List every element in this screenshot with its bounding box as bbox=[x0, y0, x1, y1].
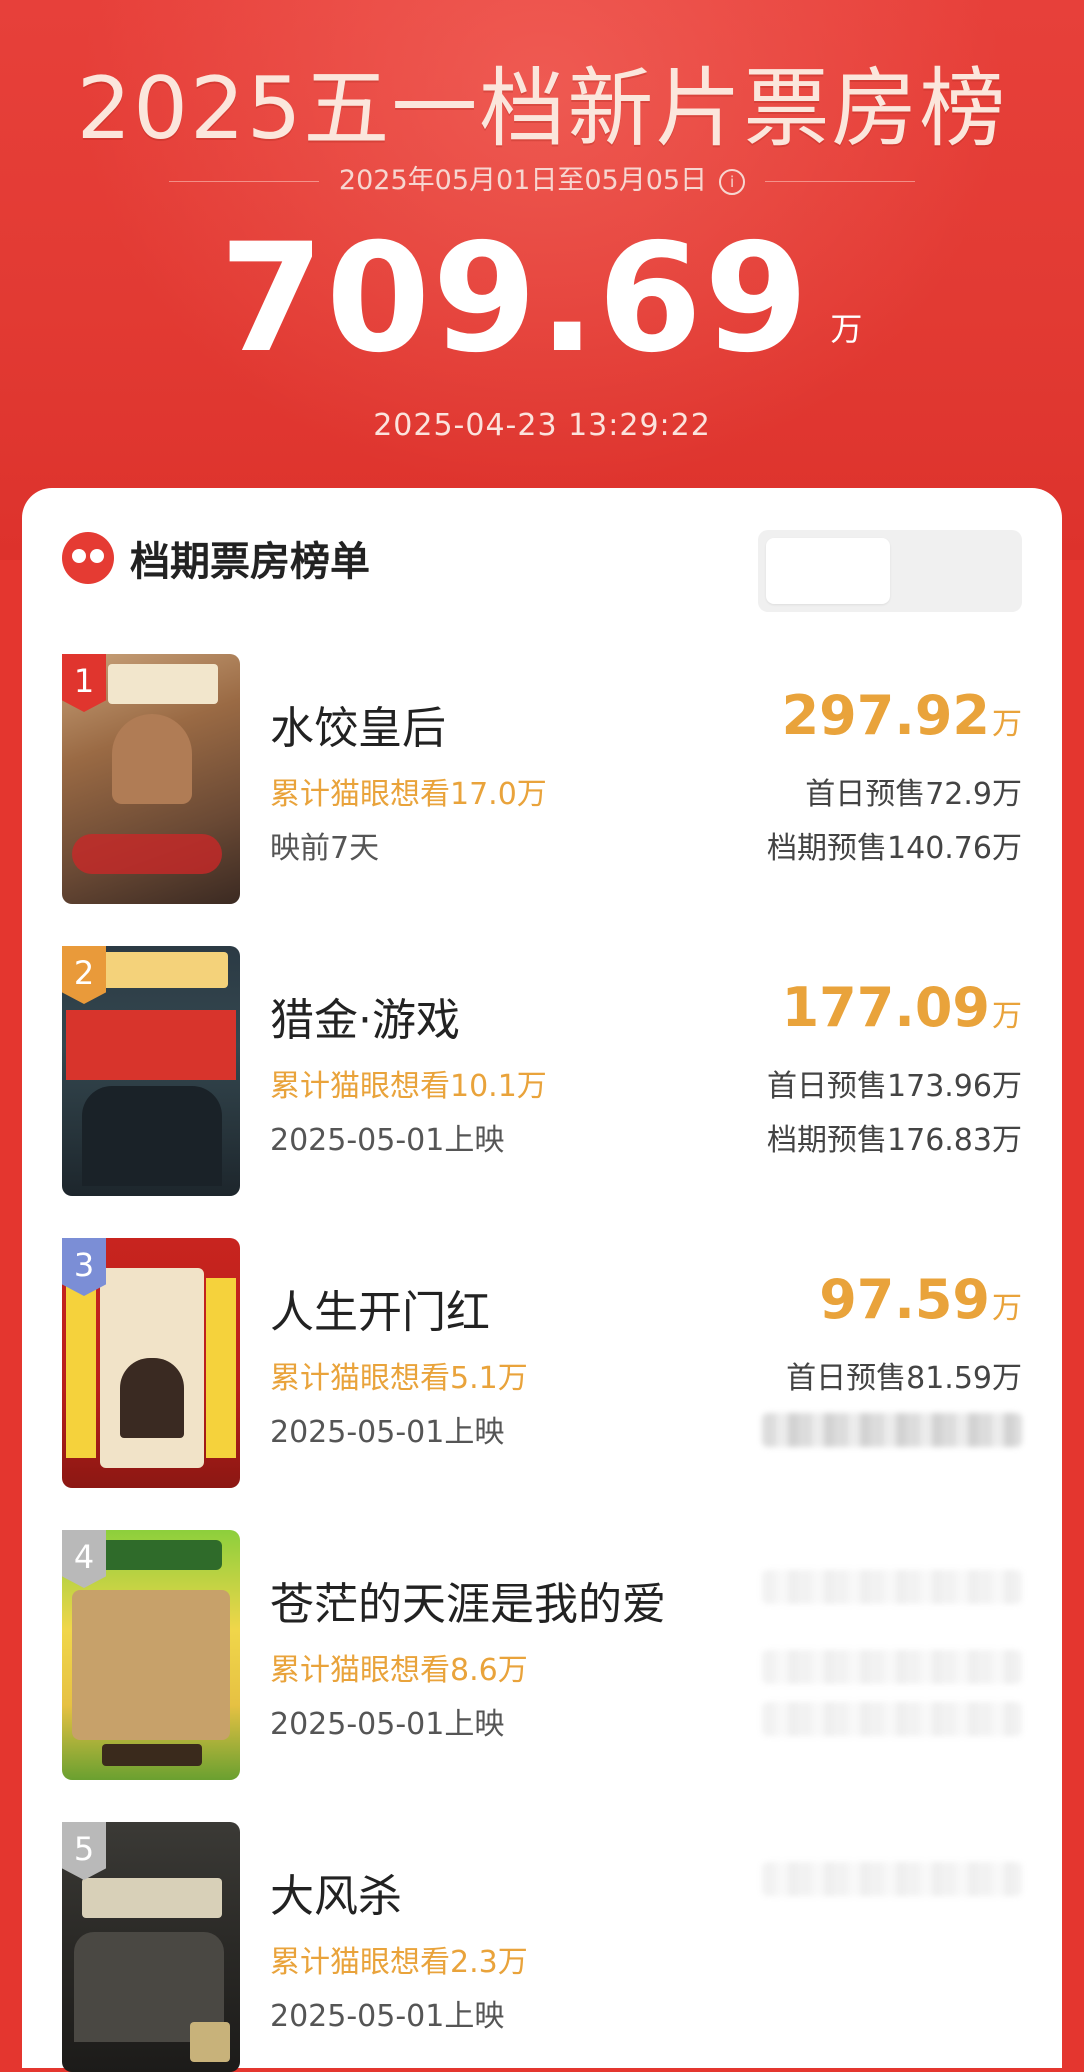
blurred-period-presale bbox=[762, 1413, 1022, 1447]
ranking-card: 档期票房榜单 1 水饺皇后 累计猫眼想看17.0万 映前7天 297.92万 首… bbox=[22, 488, 1062, 2072]
movie-row-1[interactable]: 1 水饺皇后 累计猫眼想看17.0万 映前7天 297.92万 首日预售72.9… bbox=[62, 654, 1022, 904]
want-count: 累计猫眼想看2.3万 bbox=[270, 1945, 528, 1980]
gross-unit: 万 bbox=[992, 707, 1022, 742]
poster-side-text-left bbox=[66, 1278, 96, 1458]
first-day-presale: 首日预售81.59万 bbox=[786, 1361, 1022, 1396]
poster-figure bbox=[112, 714, 192, 804]
divider-right bbox=[765, 181, 916, 182]
movie-title: 大风杀 bbox=[270, 1871, 402, 1922]
poster-title-art bbox=[98, 952, 228, 988]
card-title: 档期票房榜单 bbox=[130, 539, 370, 585]
first-day-presale: 首日预售72.9万 bbox=[805, 777, 1022, 812]
release-info: 2025-05-01上映 bbox=[270, 1415, 505, 1450]
gross-unit: 万 bbox=[992, 999, 1022, 1034]
movie-title: 苍茫的天涯是我的爱 bbox=[270, 1579, 666, 1630]
blurred-first-day-presale bbox=[762, 1650, 1022, 1684]
card-header: 档期票房榜单 bbox=[62, 528, 370, 588]
poster-group bbox=[72, 1590, 230, 1740]
gross-value: 177.09万 bbox=[782, 976, 1022, 1039]
poster-figures bbox=[82, 1086, 222, 1186]
rank-badge: 3 bbox=[62, 1238, 106, 1296]
blurred-gross bbox=[762, 1862, 1022, 1896]
gross-value: 297.92万 bbox=[782, 684, 1022, 747]
poster-figure bbox=[120, 1358, 184, 1438]
want-count: 累计猫眼想看5.1万 bbox=[270, 1361, 528, 1396]
blurred-gross bbox=[762, 1570, 1022, 1604]
date-range-text: 2025年05月01日至05月05日 bbox=[338, 165, 708, 196]
toggle-option-1[interactable] bbox=[766, 538, 890, 604]
period-presale: 档期预售140.76万 bbox=[767, 831, 1022, 866]
movie-title: 人生开门红 bbox=[270, 1287, 490, 1338]
poster-title-art bbox=[72, 834, 222, 874]
rank-badge: 1 bbox=[62, 654, 106, 712]
poster-date-tag bbox=[102, 1744, 202, 1766]
movie-title: 水饺皇后 bbox=[270, 703, 446, 754]
total-box-office: 709.69 万 bbox=[0, 212, 1084, 386]
movie-row-4[interactable]: 4 苍茫的天涯是我的爱 累计猫眼想看8.6万 2025-05-01上映 bbox=[62, 1530, 1022, 1780]
want-count: 累计猫眼想看10.1万 bbox=[270, 1069, 547, 1104]
gross-number: 177.09 bbox=[781, 976, 990, 1039]
movie-row-2[interactable]: 2 猎金·游戏 累计猫眼想看10.1万 2025-05-01上映 177.09万… bbox=[62, 946, 1022, 1196]
release-info: 2025-05-01上映 bbox=[270, 1123, 505, 1158]
gross-value: 97.59万 bbox=[819, 1268, 1022, 1331]
header-banner: 2025五一档新片票房榜 2025年05月01日至05月05日 i 709.69 万… bbox=[0, 0, 1084, 560]
total-value: 709.69 bbox=[219, 212, 811, 386]
date-range-row: 2025年05月01日至05月05日 i bbox=[0, 158, 1084, 197]
rank-badge: 2 bbox=[62, 946, 106, 1004]
update-timestamp: 2025-04-23 13:29:22 bbox=[373, 408, 711, 443]
total-unit: 万 bbox=[830, 310, 865, 348]
poster-slogan bbox=[66, 1010, 236, 1080]
release-info: 2025-05-01上映 bbox=[270, 1999, 505, 2034]
gross-number: 297.92 bbox=[781, 684, 990, 747]
want-count: 累计猫眼想看17.0万 bbox=[270, 777, 547, 812]
poster-date-tag bbox=[108, 664, 218, 704]
release-info: 2025-05-01上映 bbox=[270, 1707, 505, 1742]
blurred-period-presale bbox=[762, 1702, 1022, 1736]
toggle-option-2[interactable] bbox=[890, 538, 1014, 604]
page-title: 2025五一档新片票房榜 bbox=[76, 59, 1008, 159]
release-info: 映前7天 bbox=[270, 831, 380, 866]
maoyan-logo-icon bbox=[62, 532, 114, 584]
gross-number: 97.59 bbox=[819, 1268, 990, 1331]
rank-badge: 5 bbox=[62, 1822, 106, 1880]
poster-title-art bbox=[82, 1878, 222, 1918]
period-presale: 档期预售176.83万 bbox=[767, 1123, 1022, 1158]
rank-badge: 4 bbox=[62, 1530, 106, 1588]
gross-unit: 万 bbox=[992, 1291, 1022, 1326]
movie-row-3[interactable]: 3 人生开门红 累计猫眼想看5.1万 2025-05-01上映 97.59万 首… bbox=[62, 1238, 1022, 1488]
first-day-presale: 首日预售173.96万 bbox=[767, 1069, 1022, 1104]
info-icon[interactable]: i bbox=[719, 168, 746, 195]
view-toggle[interactable] bbox=[758, 530, 1022, 612]
poster-date-tag bbox=[190, 2022, 230, 2062]
want-count: 累计猫眼想看8.6万 bbox=[270, 1653, 528, 1688]
divider-left bbox=[168, 181, 319, 182]
movie-title: 猎金·游戏 bbox=[270, 995, 460, 1046]
poster-side-text-right bbox=[206, 1278, 236, 1458]
movie-row-5[interactable]: 5 大风杀 累计猫眼想看2.3万 2025-05-01上映 bbox=[62, 1822, 1022, 2072]
